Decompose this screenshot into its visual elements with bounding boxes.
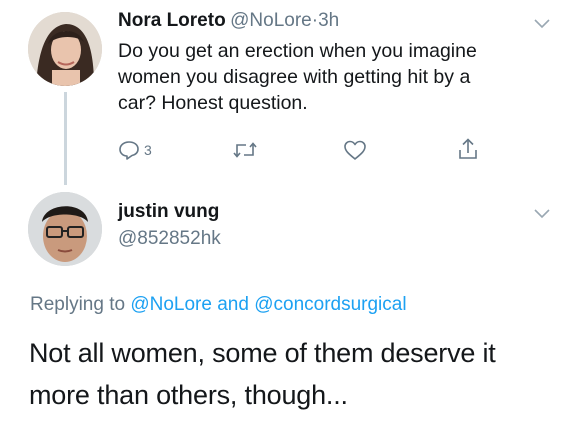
avatar-image (28, 12, 102, 86)
mention-link[interactable]: @concordsurgical (254, 294, 406, 315)
like-button[interactable] (343, 140, 367, 166)
heart-icon (344, 140, 366, 160)
replying-to-line: Replying to @NoLore and @concordsurgical (30, 294, 407, 316)
avatar[interactable] (28, 192, 102, 266)
timestamp[interactable]: 3h (318, 10, 339, 31)
reply-icon (119, 141, 139, 160)
tweet-text-line: women you disagree with getting hit by a (118, 66, 471, 88)
mention-link[interactable]: @NoLore (130, 294, 212, 315)
retweet-button[interactable] (232, 141, 258, 164)
chevron-down-icon[interactable] (533, 18, 551, 30)
replying-prefix: Replying to (30, 294, 126, 315)
reply-button[interactable]: 3 (118, 140, 152, 160)
tweet-text-line: car? Honest question. (118, 92, 308, 114)
tweet-text-line: more than others, though... (29, 380, 348, 410)
chevron-down-icon[interactable] (533, 208, 551, 220)
avatar-image (28, 192, 102, 266)
reply-count: 3 (144, 142, 152, 158)
retweet-icon (233, 142, 257, 158)
tweet-text-line: Do you get an erection when you imagine (118, 40, 477, 62)
avatar[interactable] (28, 12, 102, 86)
handle[interactable]: @852852hk (118, 228, 221, 250)
tweet-text: Do you get an erection when you imagine … (118, 38, 558, 116)
display-name[interactable]: Nora Loreto (118, 10, 226, 31)
handle[interactable]: @NoLore (230, 10, 312, 31)
tweet-header: Nora Loreto @NoLore·3h (118, 10, 339, 32)
share-icon (459, 138, 477, 159)
tweet-text: Not all women, some of them deserve it m… (29, 332, 569, 416)
thread-line (64, 92, 67, 185)
display-name[interactable]: justin vung (118, 201, 219, 223)
share-button[interactable] (457, 137, 479, 166)
replying-and: and (217, 294, 249, 315)
tweet-text-line: Not all women, some of them deserve it (29, 338, 496, 368)
